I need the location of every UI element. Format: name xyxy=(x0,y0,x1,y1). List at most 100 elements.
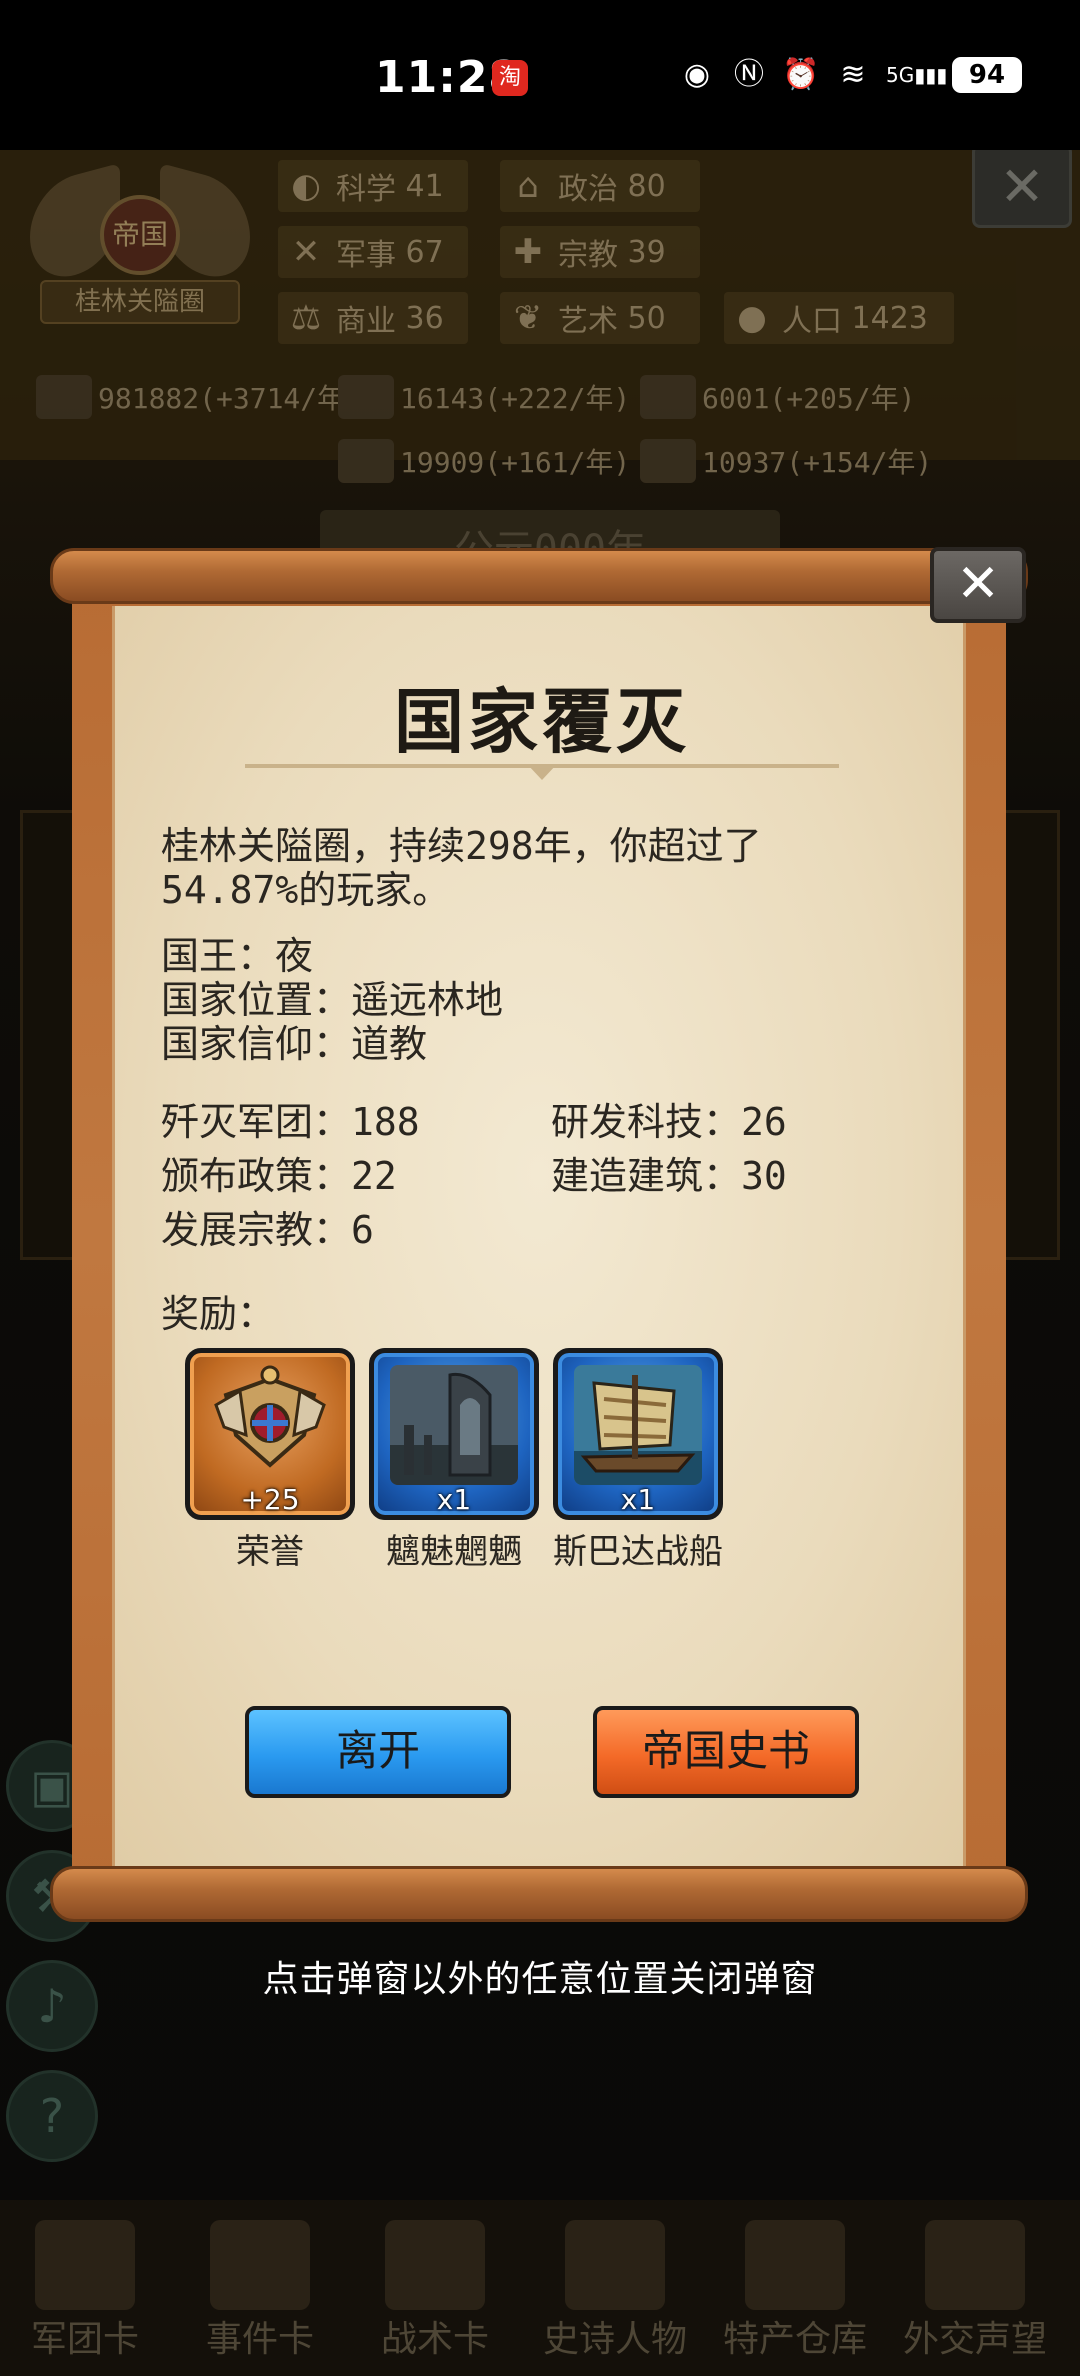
wood-icon xyxy=(338,375,394,419)
emblem-shield: 帝国 xyxy=(100,195,180,275)
resource-value: 16143(+222/年) xyxy=(400,382,631,415)
reward-card: x1 xyxy=(369,1348,539,1520)
info-label: 国王 xyxy=(161,934,238,978)
stat-label: 艺术 xyxy=(558,304,618,339)
gold-icon xyxy=(36,375,92,419)
politics-icon: ⌂ xyxy=(517,166,539,206)
stat-label: 商业 xyxy=(336,304,396,339)
rewards-list: +25 荣誉 x1 魑魅魍魉 x1 斯巴达战船 xyxy=(185,1348,745,1572)
reward-qty: x1 xyxy=(436,1483,472,1516)
nav-legion-cards[interactable]: 军团卡 xyxy=(0,2210,170,2370)
nfc-icon: Ⓝ xyxy=(734,57,764,92)
info-sep: ： xyxy=(237,934,276,978)
reward-ruins-card[interactable]: x1 魑魅魍魉 xyxy=(369,1348,539,1572)
stat-label: 发展宗教 xyxy=(161,1208,314,1252)
stat-value: 41 xyxy=(405,168,444,204)
nav-epic-heroes[interactable]: 史诗人物 xyxy=(530,2210,700,2370)
reward-spartan-warship[interactable]: x1 斯巴达战船 xyxy=(553,1348,723,1572)
info-location: 国家位置：遥远林地 xyxy=(161,978,503,1022)
wifi-icon: ≋ xyxy=(840,57,866,92)
resource-wood: 16143(+222/年) xyxy=(338,372,630,422)
stat-label: 人口 xyxy=(782,304,842,339)
stat-value: 67 xyxy=(405,234,444,270)
stat-military: ✕ 军事 67 xyxy=(278,226,468,278)
stat-value: 50 xyxy=(627,300,666,336)
bottom-nav: 军团卡 事件卡 战术卡 史诗人物 特产仓库 外交声望 xyxy=(0,2200,1080,2376)
nav-event-cards[interactable]: 事件卡 xyxy=(175,2210,345,2370)
reward-name: 斯巴达战船 xyxy=(553,1532,723,1572)
stat-value: 36 xyxy=(405,300,444,336)
iron-icon xyxy=(338,439,394,483)
stat-tech-researched: 研发科技：26 xyxy=(551,1100,787,1144)
stat-value: 30 xyxy=(741,1154,787,1198)
commerce-icon: ⚖ xyxy=(290,298,322,338)
stat-value: 39 xyxy=(627,234,666,270)
rewards-label: 奖励： xyxy=(161,1292,276,1336)
stat-value: 26 xyxy=(741,1100,787,1144)
scroll-rod-top xyxy=(50,548,1028,604)
stat-legions-destroyed: 歼灭军团：188 xyxy=(161,1100,420,1144)
info-value: 遥远林地 xyxy=(351,978,504,1022)
close-icon[interactable]: ✕ xyxy=(930,547,1026,623)
nav-diplomacy[interactable]: 外交声望 xyxy=(890,2210,1060,2370)
honor-medal-icon xyxy=(214,1365,326,1468)
reward-name: 荣誉 xyxy=(236,1532,304,1572)
reward-card: x1 xyxy=(553,1348,723,1520)
warehouse-icon xyxy=(745,2220,845,2310)
parchment: 国家覆灭 桂林关隘圈，持续298年，你超过了54.87%的玩家。 国王：夜 国家… xyxy=(112,606,966,1868)
nav-label: 史诗人物 xyxy=(542,2319,687,2360)
nav-warehouse[interactable]: 特产仓库 xyxy=(710,2210,880,2370)
info-sep: ： xyxy=(313,978,352,1022)
reward-honor[interactable]: +25 荣誉 xyxy=(185,1348,355,1572)
stat-religions-developed: 发展宗教：6 xyxy=(161,1208,374,1252)
nav-label: 特产仓库 xyxy=(722,2319,867,2360)
legion-card-icon xyxy=(35,2220,135,2310)
stat-label: 宗教 xyxy=(558,238,618,273)
stat-value: 80 xyxy=(627,168,666,204)
info-value: 夜 xyxy=(275,934,314,978)
stat-label: 政治 xyxy=(558,172,618,207)
stat-label: 军事 xyxy=(336,238,396,273)
stat-label: 歼灭军团 xyxy=(161,1100,314,1144)
nation-fallen-dialog: 国家覆灭 桂林关隘圈，持续298年，你超过了54.87%的玩家。 国王：夜 国家… xyxy=(50,547,1028,1936)
leave-button[interactable]: 离开 xyxy=(245,1706,511,1798)
resource-meat: 10937(+154/年) xyxy=(640,436,932,486)
art-icon: ❦ xyxy=(513,298,543,338)
resource-iron: 19909(+161/年) xyxy=(338,436,630,486)
reward-qty: +25 xyxy=(240,1483,300,1516)
stat-science: ◐ 科学 41 xyxy=(278,160,468,212)
stat-buildings-built: 建造建筑：30 xyxy=(551,1154,787,1198)
epic-hero-icon xyxy=(565,2220,665,2310)
dismiss-hint: 点击弹窗以外的任意位置关闭弹窗 xyxy=(262,1959,818,2000)
nav-tactic-cards[interactable]: 战术卡 xyxy=(350,2210,520,2370)
nation-name: 桂林关隘圈 xyxy=(40,280,240,324)
help-icon[interactable]: ? xyxy=(6,2070,98,2162)
stat-value: 1423 xyxy=(851,300,928,336)
stat-value: 6 xyxy=(351,1208,374,1252)
diplomacy-icon xyxy=(925,2220,1025,2310)
stone-icon xyxy=(640,375,696,419)
title-divider-notch xyxy=(527,764,557,780)
resource-stone: 6001(+205/年) xyxy=(640,372,915,422)
nav-label: 外交声望 xyxy=(902,2319,1047,2360)
reward-name: 魑魅魍魉 xyxy=(386,1532,522,1572)
resource-value: 19909(+161/年) xyxy=(400,446,631,479)
resource-value: 981882(+3714/年) xyxy=(98,382,363,415)
battery-indicator: 94 xyxy=(952,57,1022,93)
resource-gold: 981882(+3714/年) xyxy=(36,372,362,422)
alarm-icon: ⏰ xyxy=(782,57,820,92)
nav-label: 战术卡 xyxy=(380,2319,489,2360)
reward-qty: x1 xyxy=(620,1483,656,1516)
empire-history-button[interactable]: 帝国史书 xyxy=(593,1706,859,1798)
warship-card-icon xyxy=(574,1365,702,1485)
background-close-button[interactable]: ✕ xyxy=(972,144,1072,228)
stat-commerce: ⚖ 商业 36 xyxy=(278,292,468,344)
info-faith: 国家信仰：道教 xyxy=(161,1022,427,1066)
info-label: 国家位置 xyxy=(161,978,314,1022)
resource-value: 10937(+154/年) xyxy=(702,446,933,479)
stat-policies-enacted: 颁布政策：22 xyxy=(161,1154,397,1198)
ruins-card-icon xyxy=(390,1365,518,1485)
empire-emblem[interactable]: 帝国 桂林关隘圈 xyxy=(30,162,250,325)
eye-icon: ◉ xyxy=(683,57,711,92)
stat-value: 188 xyxy=(351,1100,420,1144)
